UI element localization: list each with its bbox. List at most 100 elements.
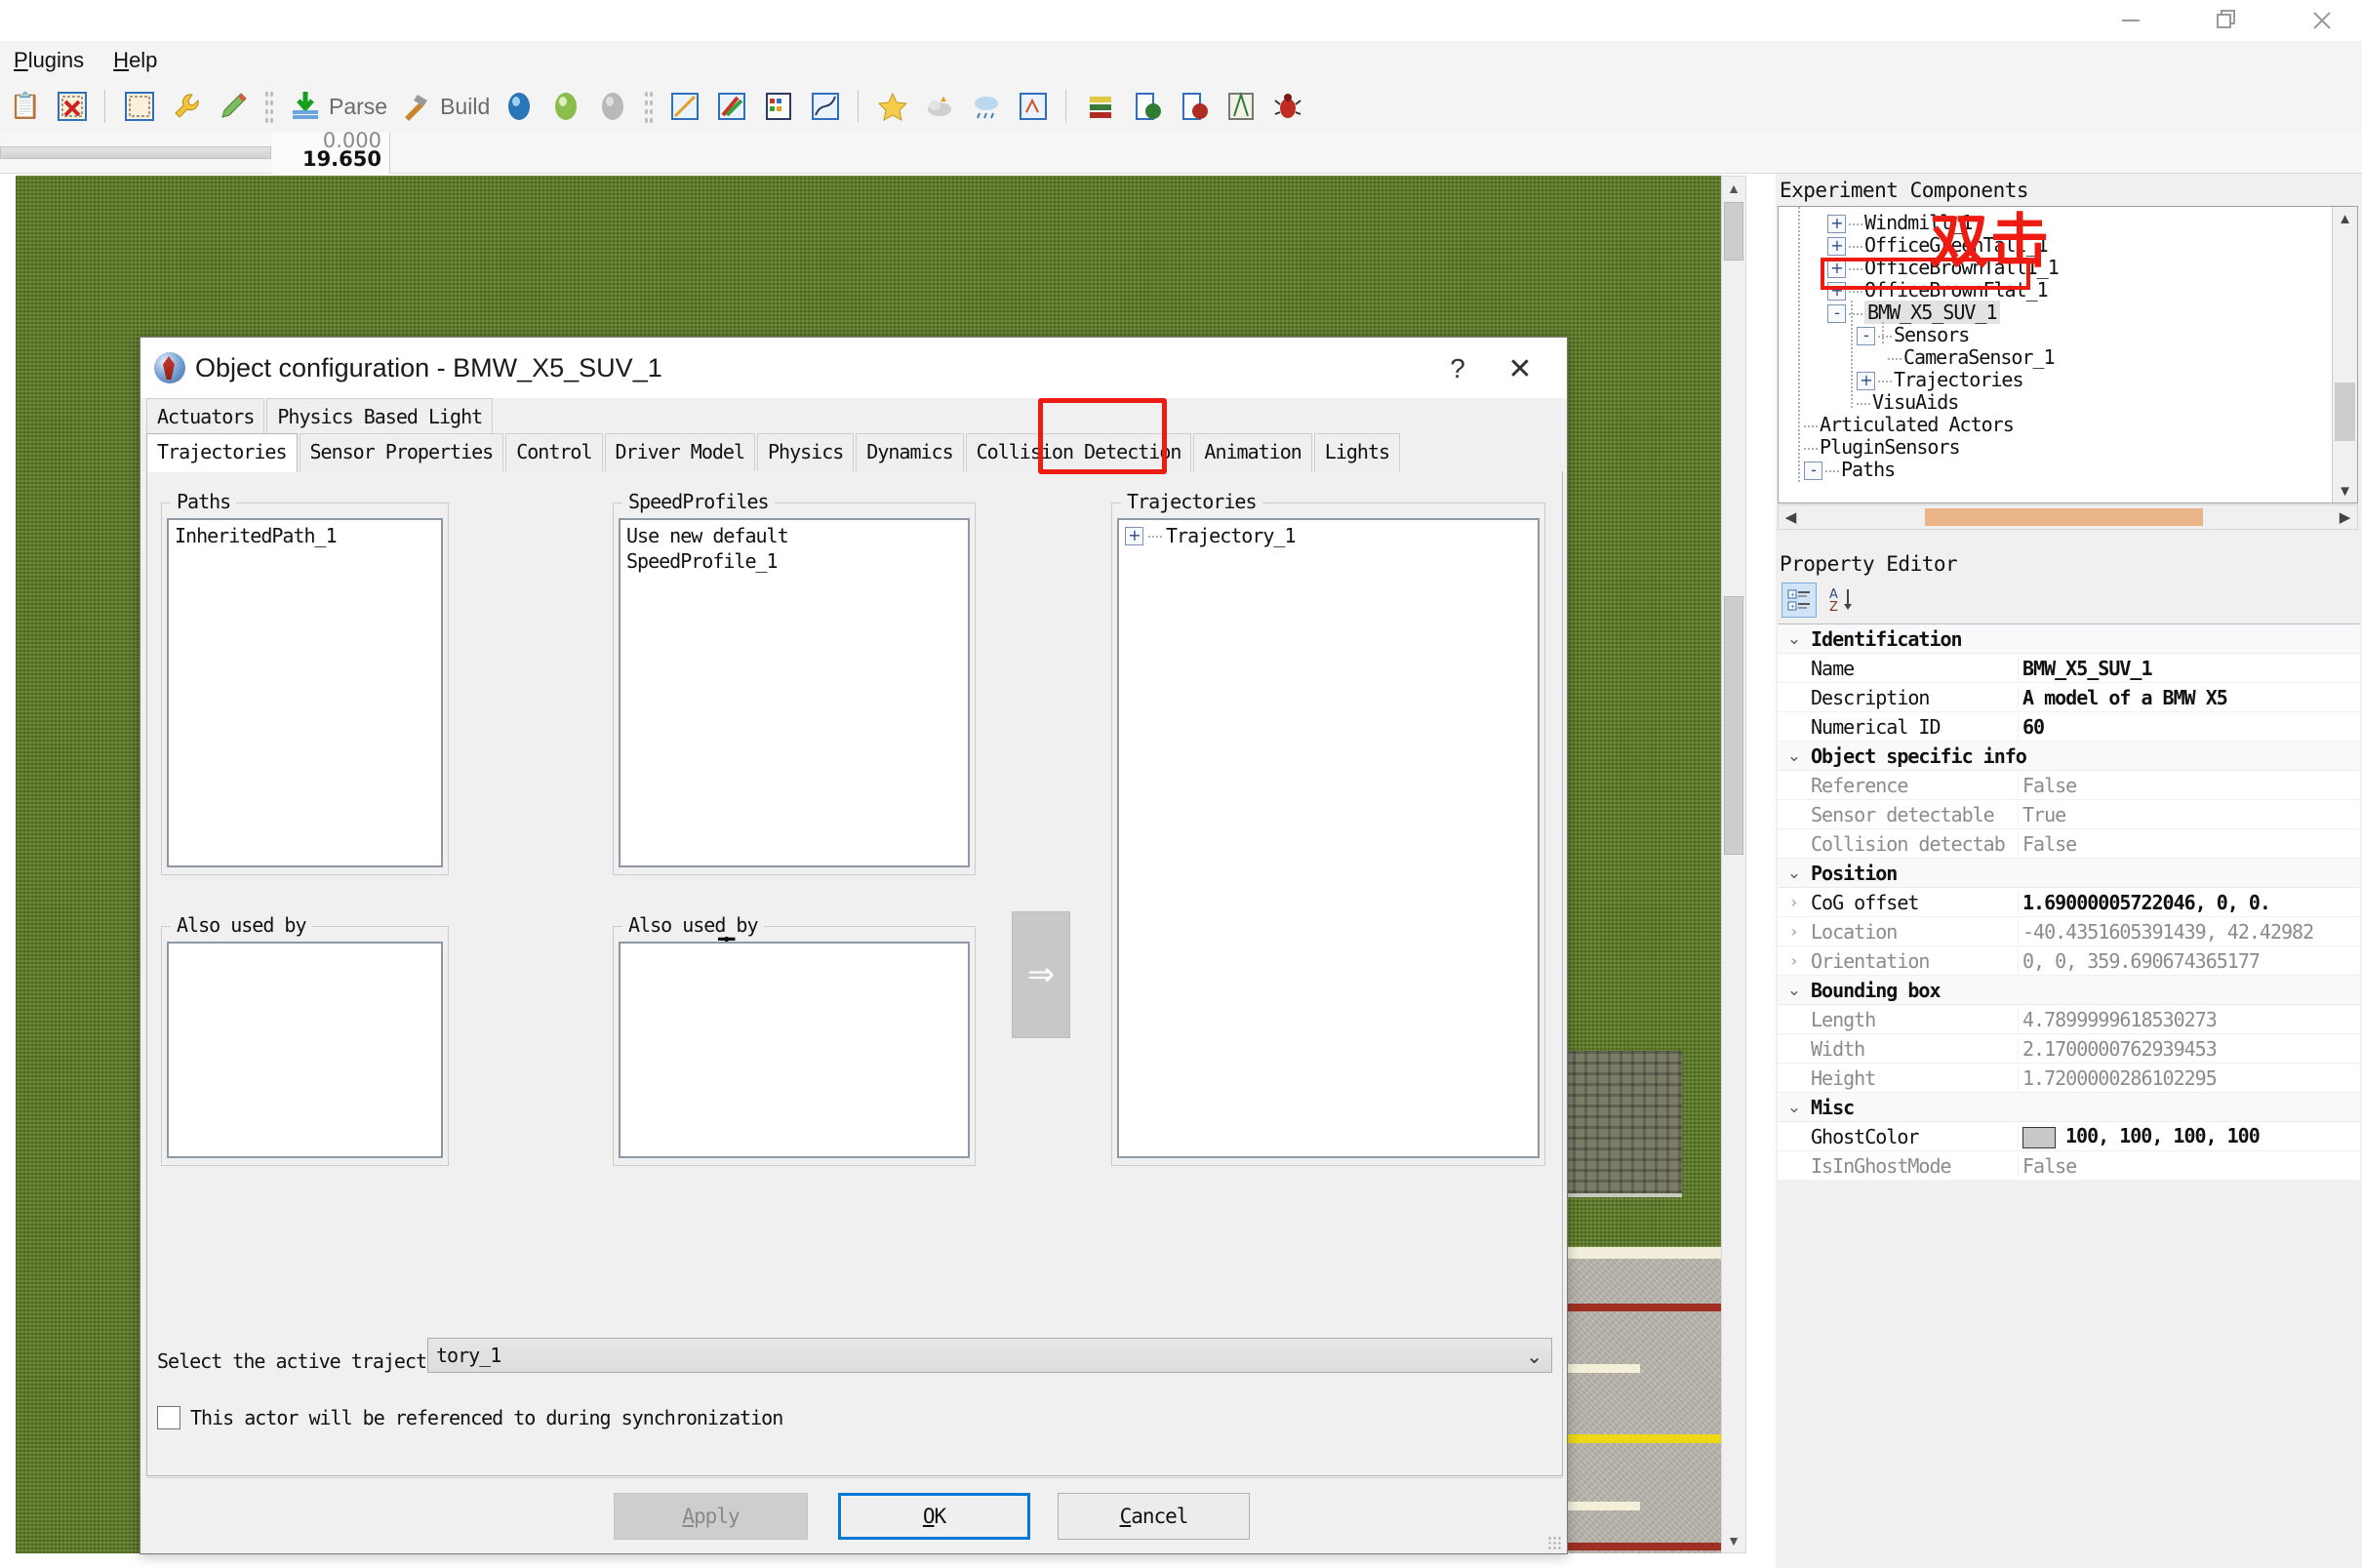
property-value[interactable]: 1.69000005722046, 0, 0. [2018, 890, 2360, 914]
property-group-object-specific-info[interactable]: ⌄ Object specific info [1778, 742, 2360, 771]
property-group-misc[interactable]: ⌄ Misc [1778, 1093, 2360, 1122]
green-book-icon[interactable] [1127, 86, 1168, 127]
tree-node-visuaids[interactable]: VisuAids [1857, 390, 1959, 414]
property-row[interactable]: Length 4.7899999618530273 [1778, 1005, 2360, 1034]
speedprofiles-list-item-2[interactable]: SpeedProfile_1 [626, 549, 962, 575]
bar-chart-icon[interactable] [1080, 86, 1121, 127]
property-row[interactable]: GhostColor 100, 100, 100, 100 [1778, 1122, 2360, 1151]
build-label[interactable]: Build [440, 94, 490, 120]
reference-checkbox[interactable] [157, 1406, 180, 1429]
measure-icon[interactable] [664, 86, 705, 127]
property-row[interactable]: IsInGhostMode False [1778, 1151, 2360, 1181]
tree-node-sensors[interactable]: - Sensors [1857, 323, 1970, 346]
property-row[interactable]: › Orientation 0, 0, 359.690674365177 [1778, 946, 2360, 976]
tab-physics-based-light[interactable]: Physics Based Light [266, 398, 494, 435]
tree-scroll-left-icon[interactable]: ◀ [1779, 505, 1803, 529]
chevron-down-icon[interactable]: ⌄ [1778, 1098, 1811, 1117]
property-row[interactable]: Description A model of a BMW X5 [1778, 683, 2360, 712]
close-icon[interactable] [2287, 0, 2357, 41]
toolbar-grip-2[interactable] [644, 90, 655, 123]
property-value[interactable]: A model of a BMW X5 [2018, 685, 2360, 709]
property-value[interactable]: 60 [2018, 714, 2360, 739]
expand-icon[interactable]: + [1827, 215, 1846, 233]
property-value[interactable]: 2.1700000762939453 [2018, 1036, 2360, 1061]
paths-listbox[interactable]: InheritedPath_1 [167, 518, 443, 867]
property-value[interactable]: True [2018, 802, 2360, 826]
bug-icon[interactable] [1267, 86, 1308, 127]
dialog-close-icon[interactable]: ✕ [1495, 349, 1545, 388]
parse-icon[interactable] [285, 86, 326, 127]
scenario-icon[interactable] [1221, 86, 1261, 127]
tab-animation[interactable]: Animation [1193, 433, 1312, 472]
property-row[interactable]: › CoG offset 1.69000005722046, 0, 0. [1778, 888, 2360, 917]
tab-control[interactable]: Control [505, 433, 603, 472]
ok-button[interactable]: OK [838, 1493, 1030, 1540]
property-value[interactable]: False [2018, 773, 2360, 797]
property-group-position[interactable]: ⌄ Position [1778, 859, 2360, 888]
table-icon[interactable] [758, 86, 799, 127]
reference-checkbox-row[interactable]: This actor will be referenced to during … [157, 1406, 783, 1429]
tree-scroll-up-icon[interactable]: ▲ [2333, 207, 2357, 230]
chevron-down-icon[interactable]: ⌄ [1778, 629, 1811, 649]
property-row[interactable]: Collision detectab False [1778, 829, 2360, 859]
experiment-components-tree[interactable]: + Windmill_1 + OfficeGreenTall_1 + OfficeBrow… [1778, 206, 2358, 503]
transfer-right-button[interactable]: ⇒ [1012, 911, 1070, 1038]
active-trajectory-combobox[interactable]: tory_1 ⌄ [427, 1338, 1552, 1373]
speedprofiles-listbox[interactable]: Use new default SpeedProfile_1 [619, 518, 970, 867]
chevron-down-icon[interactable]: ⌄ [1526, 1345, 1542, 1368]
tab-dynamics[interactable]: Dynamics [856, 433, 964, 472]
tree-vertical-scrollbar[interactable]: ▲ ▼ [2332, 207, 2357, 503]
also-used-by-left-listbox[interactable] [167, 942, 443, 1158]
build-hammer-icon[interactable] [396, 86, 437, 127]
property-value[interactable]: 1.7200000286102295 [2018, 1065, 2360, 1090]
selection-icon[interactable] [119, 86, 160, 127]
property-group-bounding-box[interactable]: ⌄ Bounding box [1778, 976, 2360, 1005]
globe-grey-icon[interactable] [592, 86, 633, 127]
tab-physics[interactable]: Physics [757, 433, 855, 472]
property-row[interactable]: Width 2.1700000762939453 [1778, 1034, 2360, 1064]
tab-driver-model[interactable]: Driver Model [604, 433, 755, 472]
tree-hscroll-thumb[interactable] [1925, 508, 2203, 526]
globe-blue-icon[interactable] [499, 86, 540, 127]
property-value[interactable]: False [2018, 1153, 2360, 1178]
color-swatch[interactable] [2022, 1126, 2056, 1148]
help-icon[interactable]: ? [1434, 349, 1481, 388]
trajectory-tree-item[interactable]: + Trajectory_1 [1125, 524, 1532, 549]
tree-horizontal-scrollbar[interactable]: ◀ ▶ [1778, 504, 2358, 530]
fog-icon[interactable] [919, 86, 960, 127]
scroll-down-icon[interactable]: ▼ [1722, 1529, 1745, 1552]
trajectories-listbox[interactable]: + Trajectory_1 [1117, 518, 1540, 1158]
property-grid[interactable]: ⌄ Identification Name BMW_X5_SUV_1 Descripti… [1778, 623, 2360, 1181]
globe-green-icon[interactable] [545, 86, 586, 127]
property-value[interactable]: BMW_X5_SUV_1 [2018, 656, 2360, 680]
chart-icon[interactable] [805, 86, 846, 127]
property-value[interactable]: 0, 0, 359.690674365177 [2018, 948, 2360, 973]
also-used-by-right-listbox[interactable] [619, 942, 970, 1158]
chevron-down-icon[interactable]: ⌄ [1778, 746, 1811, 766]
apply-button[interactable]: Apply [614, 1493, 808, 1540]
expand-icon[interactable]: + [1827, 237, 1846, 256]
property-value[interactable]: 4.7899999618530273 [2018, 1007, 2360, 1031]
chevron-right-icon[interactable]: › [1778, 922, 1811, 941]
clipboard-icon[interactable]: 📋 [5, 86, 46, 127]
scroll-thumb[interactable] [1724, 596, 1743, 855]
tree-node-trajectories[interactable]: + Trajectories [1857, 368, 2023, 391]
tree-scroll-right-icon[interactable]: ▶ [2333, 505, 2357, 529]
minimize-icon[interactable] [2096, 0, 2166, 41]
menu-help[interactable]: Help [100, 46, 173, 75]
scroll-up-icon[interactable]: ▲ [1722, 177, 1745, 200]
paint-tools-icon[interactable] [711, 86, 752, 127]
tree-node-bmw_x5_suv_1[interactable]: - BMW_X5_SUV_1 [1827, 301, 2000, 324]
speedprofiles-list-item-1[interactable]: Use new default [626, 524, 962, 549]
snow-icon[interactable] [1013, 86, 1054, 127]
tree-node-articulated-actors[interactable]: Articulated Actors [1804, 413, 2015, 436]
property-row[interactable]: › Location -40.4351605391439, 42.42982 [1778, 917, 2360, 946]
property-value[interactable]: 100, 100, 100, 100 [2018, 1124, 2360, 1148]
menu-plugins[interactable]: Plugins [0, 46, 100, 75]
viewport-vertical-scrollbar[interactable]: ▲ ▼ [1721, 176, 1746, 1553]
toolbar-grip[interactable] [264, 90, 274, 123]
tree-scroll-thumb[interactable] [2335, 382, 2355, 441]
sort-az-icon[interactable]: A Z [1824, 583, 1860, 618]
scroll-thumb-top[interactable] [1724, 202, 1743, 261]
expand-icon[interactable]: + [1857, 372, 1875, 390]
